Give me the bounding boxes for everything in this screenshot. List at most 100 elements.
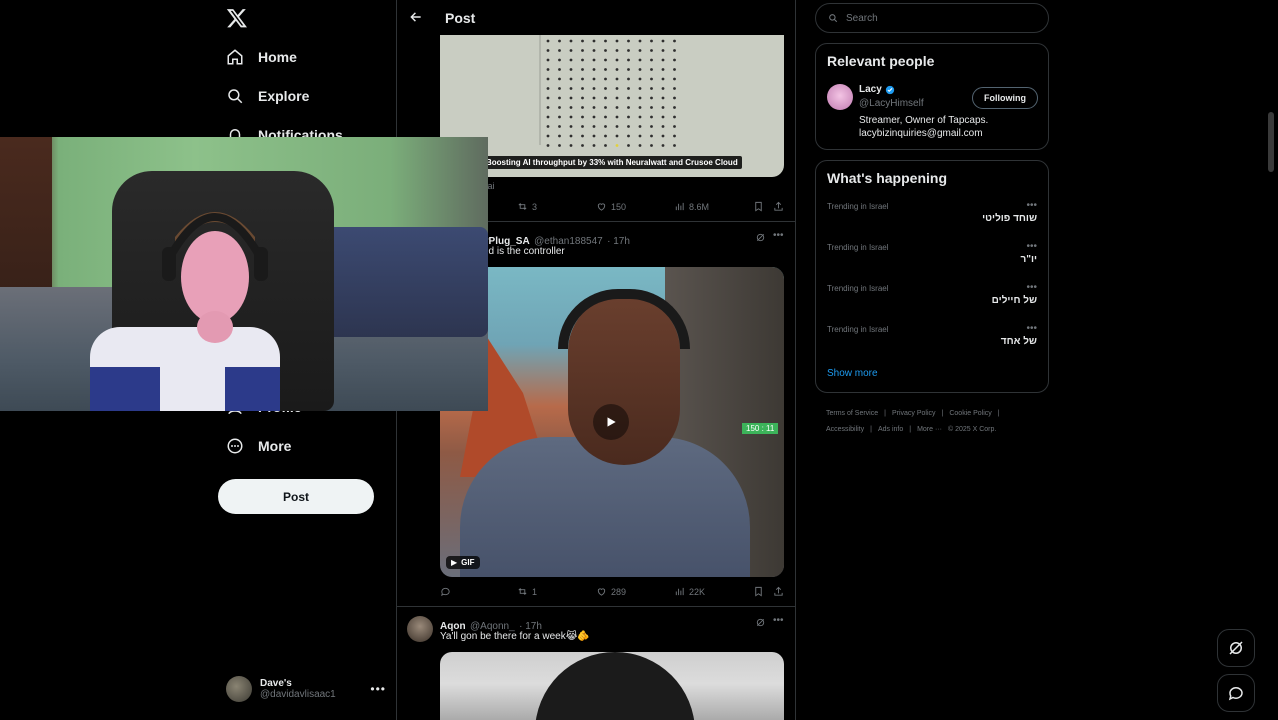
bookmark-icon[interactable] [753, 201, 764, 212]
grid-dot [615, 68, 619, 71]
avatar[interactable] [407, 616, 433, 642]
more-circle-icon [227, 438, 243, 454]
retweet-button[interactable]: 3 [517, 201, 537, 212]
tweet-text: ed is the controller [483, 246, 565, 257]
person-handle[interactable]: @LacyHimself [859, 98, 924, 109]
retweet-count: 3 [532, 201, 538, 212]
grid-dot [569, 58, 573, 62]
trend-context: Trending in Israel [827, 202, 889, 211]
reply-icon[interactable] [440, 586, 451, 597]
grid-dot [673, 115, 676, 119]
grid-dot [569, 144, 573, 147]
cam-person [90, 212, 280, 411]
grid-dot [650, 134, 653, 138]
trend-item[interactable]: Trending in Israel ••• יו"ר [827, 241, 1037, 265]
following-button[interactable]: Following [972, 87, 1038, 109]
avatar[interactable] [827, 84, 853, 110]
person-name-row: Lacy [859, 84, 895, 95]
footer-link-accessibility[interactable]: Accessibility [826, 426, 864, 433]
grid-dot [638, 115, 642, 119]
x-logo-icon[interactable] [226, 7, 248, 29]
grid-dot [592, 125, 596, 128]
trend-item[interactable]: Trending in Israel ••• של אחד [827, 323, 1037, 347]
play-icon [607, 417, 616, 427]
page-scrollbar[interactable] [1268, 112, 1274, 172]
nav-label-more: More [258, 438, 292, 454]
nav-label-explore: Explore [258, 88, 310, 104]
grid-dot [604, 77, 607, 81]
gif-badge: ▶ GIF [446, 556, 480, 569]
grok-icon[interactable] [755, 617, 766, 628]
views-button[interactable]: 22K [674, 586, 705, 597]
views-button[interactable]: 8.6M [674, 201, 709, 212]
post-button[interactable]: Post [218, 479, 374, 514]
grid-dot [546, 125, 550, 128]
grid-dot [650, 106, 653, 109]
trend-more-icon[interactable]: ••• [1026, 282, 1037, 293]
webcam-overlay [0, 137, 488, 411]
trend-more-icon[interactable]: ••• [1026, 323, 1037, 334]
like-button[interactable]: 150 [596, 201, 626, 212]
back-arrow-icon[interactable] [409, 10, 423, 24]
search-box[interactable] [815, 3, 1049, 33]
trend-more-icon[interactable]: ••• [1026, 200, 1037, 211]
grid-dot [592, 58, 596, 62]
trending-panel: What's happening Trending in Israel ••• … [815, 160, 1049, 393]
grid-dot [592, 106, 596, 109]
grid-dot [546, 58, 550, 62]
grid-dot [627, 39, 630, 43]
footer-link-ads[interactable]: Ads info [878, 426, 903, 433]
nav-item-explore[interactable]: Explore [226, 87, 309, 105]
grid-dot [581, 68, 584, 71]
grid-dot [673, 39, 676, 43]
nav-item-home[interactable]: Home [226, 48, 297, 66]
trend-name: של חיילים [991, 295, 1037, 306]
share-icon[interactable] [773, 586, 784, 597]
trend-more-icon[interactable]: ••• [1026, 241, 1037, 252]
account-switcher[interactable]: Dave's @davidavlisaac1 ••• [226, 676, 386, 702]
messages-button[interactable] [1217, 674, 1255, 712]
grok-button[interactable] [1217, 629, 1255, 667]
trend-item[interactable]: Trending in Israel ••• שוחד פוליטי [827, 200, 1037, 224]
grid-dot [638, 125, 642, 128]
like-count: 150 [611, 201, 627, 212]
tweet-more-icon[interactable]: ••• [773, 230, 784, 241]
grid-dot [615, 106, 619, 109]
tweet-video[interactable]: 150 : 11 ▶ GIF [440, 267, 784, 577]
tweet-media-image[interactable] [440, 652, 784, 720]
grid-dot [661, 134, 665, 138]
grid-dot [546, 106, 550, 109]
footer-link-privacy[interactable]: Privacy Policy [892, 410, 936, 417]
footer-link-terms[interactable]: Terms of Service [826, 410, 878, 417]
post-header: Post [397, 0, 795, 35]
grid-dot [581, 115, 584, 119]
footer-link-more[interactable]: More ··· [917, 426, 942, 433]
tweet-media-image[interactable]: Boosting AI throughput by 33% with Neura… [440, 35, 784, 177]
grid-dot [627, 115, 630, 119]
grok-icon [1229, 641, 1243, 655]
like-button[interactable]: 289 [596, 586, 626, 597]
footer-link-cookie[interactable]: Cookie Policy [949, 410, 991, 417]
share-icon[interactable] [773, 201, 784, 212]
grid-dot [546, 134, 550, 138]
trend-name: של אחד [1000, 336, 1037, 347]
grid-dot [604, 125, 607, 128]
grid-dot [604, 68, 607, 71]
play-button[interactable] [593, 404, 629, 440]
like-count: 289 [611, 586, 627, 597]
grid-dot [558, 77, 561, 81]
nav-item-more[interactable]: More [226, 437, 291, 455]
grid-dot [650, 96, 653, 100]
person-name[interactable]: Lacy [859, 84, 882, 95]
account-more-icon[interactable]: ••• [370, 682, 386, 696]
trend-item[interactable]: Trending in Israel ••• של חיילים [827, 282, 1037, 306]
tweet-more-icon[interactable]: ••• [773, 615, 784, 626]
grid-dot [558, 58, 561, 62]
show-more-link[interactable]: Show more [827, 368, 878, 379]
grid-dot [546, 68, 550, 71]
bookmark-icon[interactable] [753, 586, 764, 597]
search-input[interactable] [846, 12, 1026, 24]
grok-icon[interactable] [755, 232, 766, 243]
retweet-button[interactable]: 1 [517, 586, 537, 597]
grid-dot [558, 39, 561, 43]
